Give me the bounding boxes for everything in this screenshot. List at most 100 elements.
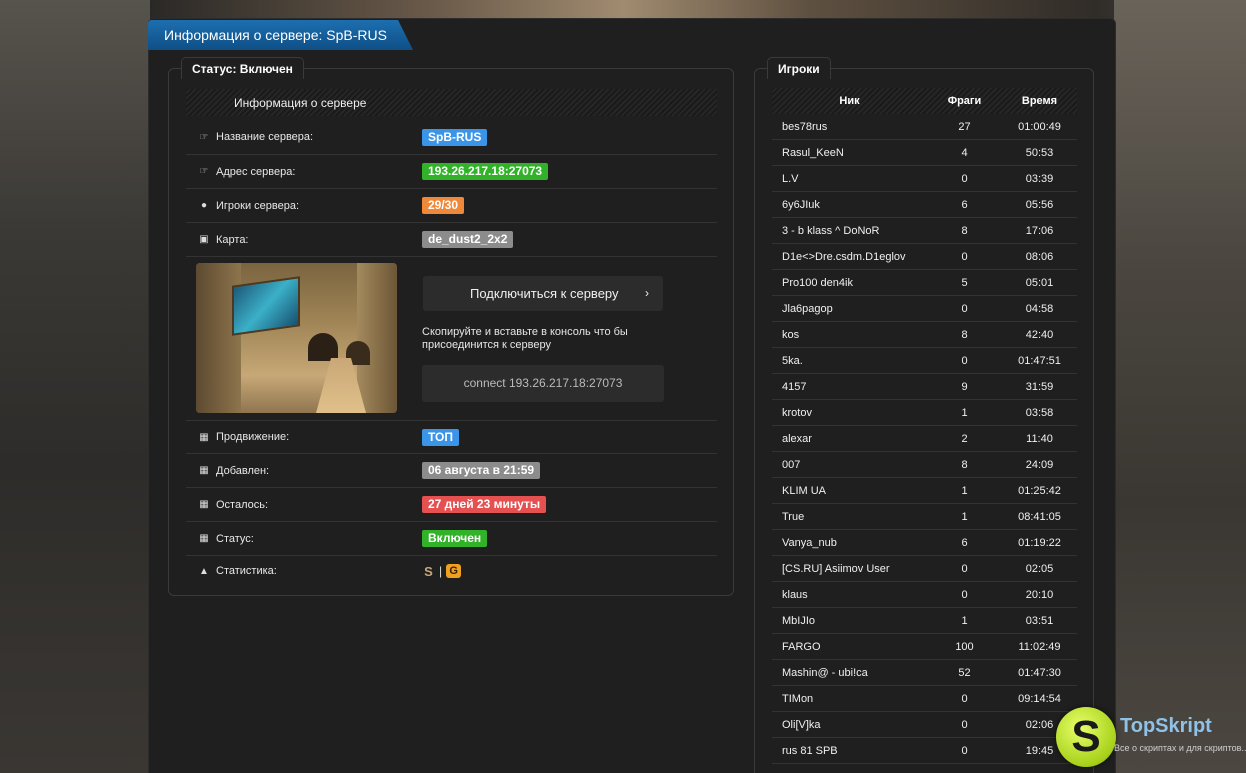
player-nick: rus 81 SPB [782,744,838,757]
player-time: 11:02:49 [1018,640,1061,653]
column-time[interactable]: Время [1002,95,1077,107]
copy-hint-text: Скопируйте и вставьте в консоль что бы п… [422,326,628,351]
background-right [1114,0,1246,773]
image-icon: ▣ [199,234,209,245]
table-row: alexar 2 11:40 [772,426,1077,452]
map-name-badge: de_dust2_2x2 [422,231,514,248]
player-nick: klaus [782,588,808,601]
players-legend: Игроки [767,57,831,79]
player-nick: D1e<>Dre.csdm.D1eglov [782,250,906,263]
watermark: S TopSkript Все о скриптах и для скрипто… [1044,703,1246,773]
stats-s-icon[interactable]: S [422,565,435,578]
player-frags: 6 [961,536,968,549]
column-nick[interactable]: Ник [772,95,927,107]
player-frags: 9 [961,380,968,393]
table-row: L.V 0 03:39 [772,166,1077,192]
player-frags: 100 [955,640,974,653]
calendar-icon: ▦ [199,533,209,544]
hand-pointer-icon: ☞ [199,166,209,177]
table-row: [CS.RU] Asiimov User 0 02:05 [772,556,1077,582]
remaining-time-badge: 27 дней 23 минуты [422,496,547,513]
row-statistics: ▲ Статистика: S | G [186,556,717,586]
player-time: 03:39 [1025,172,1054,185]
player-frags: 52 [958,666,971,679]
player-frags: 0 [961,562,968,575]
table-row: 4157 9 31:59 [772,374,1077,400]
table-row: 5ka. 0 01:47:51 [772,348,1077,374]
table-row: MbIJIo 1 03:51 [772,608,1077,634]
player-nick: Pro100 den4ik [782,276,853,289]
table-row: D1e<>Dre.csdm.D1eglov 0 08:06 [772,244,1077,270]
row-label: Добавлен: [216,464,270,477]
row-label: Осталось: [216,498,269,511]
player-time: 02:05 [1025,562,1054,575]
player-nick: 4157 [782,380,807,393]
topskript-logo: S [1056,707,1116,767]
table-row: True 1 08:41:05 [772,504,1077,530]
table-row: bes78rus 27 01:00:49 [772,114,1077,140]
player-time: 42:40 [1025,328,1054,341]
status-badge: Включен [422,530,488,547]
server-name-badge: SpB-RUS [422,128,488,146]
row-label: Продвижение: [216,431,290,443]
row-added: ▦ Добавлен: 06 августа в 21:59 [186,454,717,488]
chevron-up-icon[interactable]: ▲ [198,565,210,577]
player-frags: 0 [961,718,968,731]
player-nick: krotov [782,406,812,419]
player-time: 31:59 [1025,380,1054,393]
player-frags: 27 [958,120,971,133]
players-count-badge: 29/30 [422,197,465,214]
player-nick: Oli[V]ka [782,718,821,731]
stats-separator: | [439,564,443,578]
row-label: Название сервера: [216,131,314,143]
connect-server-button[interactable]: Подключиться к серверу › [423,276,663,311]
player-nick: MbIJIo [782,614,816,627]
map-preview-image [196,263,397,413]
table-row: Mashin@ - ubi!ca 52 01:47:30 [772,660,1077,686]
player-nick: True [782,510,805,523]
hand-pointer-icon: ☞ [199,131,209,143]
player-nick: TIMon [782,692,814,705]
players-table-header: Ник Фраги Время [772,88,1077,114]
player-frags: 6 [961,198,968,211]
player-nick: FARGO [782,640,821,653]
player-frags: 1 [961,510,968,523]
row-label: Игроки сервера: [216,199,300,212]
player-nick: 007 [782,458,801,471]
column-frags[interactable]: Фраги [927,95,1002,107]
player-nick: bes78rus [782,120,828,133]
connect-command-field[interactable]: connect 193.26.217.18:27073 [422,365,664,402]
table-row: Oli[V]ka 0 02:06 [772,712,1077,738]
player-nick: 6y6JIuk [782,198,820,211]
player-nick: 5ka. [782,354,803,367]
table-row: kos 8 42:40 [772,322,1077,348]
player-frags: 8 [961,224,968,237]
player-time: 01:00:49 [1018,120,1061,133]
player-time: 50:53 [1025,146,1054,159]
row-remaining: ▦ Осталось: 27 дней 23 минуты [186,488,717,522]
player-frags: 4 [961,146,968,159]
user-icon: ● [200,200,208,211]
player-time: 17:06 [1025,224,1054,237]
player-time: 05:01 [1025,276,1054,289]
player-time: 24:09 [1025,458,1054,471]
players-table-body: bes78rus 27 01:00:49 Rasul_KeeN 4 50:53 L.V 0 03… [772,114,1077,764]
table-row: Rasul_KeeN 4 50:53 [772,140,1077,166]
row-server-name: ☞ Название сервера: SpB-RUS [186,120,717,155]
background-left [0,0,150,773]
added-date-badge: 06 августа в 21:59 [422,462,541,479]
player-nick: Vanya_nub [782,536,837,549]
server-address-badge: 193.26.217.18:27073 [422,163,549,180]
watermark-title: TopSkript [1120,715,1212,737]
player-time: 01:19:22 [1018,536,1061,549]
player-nick: alexar [782,432,812,445]
gametracker-icon[interactable]: G [446,564,462,578]
row-server-address: ☞ Адрес сервера: 193.26.217.18:27073 [186,155,717,189]
player-frags: 1 [961,484,968,497]
row-status: ▦ Статус: Включен [186,522,717,556]
player-time: 08:06 [1025,250,1054,263]
row-label: Карта: [216,233,249,246]
table-row: Pro100 den4ik 5 05:01 [772,270,1077,296]
section-title: Информация о сервере [186,89,717,116]
player-nick: L.V [782,172,799,185]
